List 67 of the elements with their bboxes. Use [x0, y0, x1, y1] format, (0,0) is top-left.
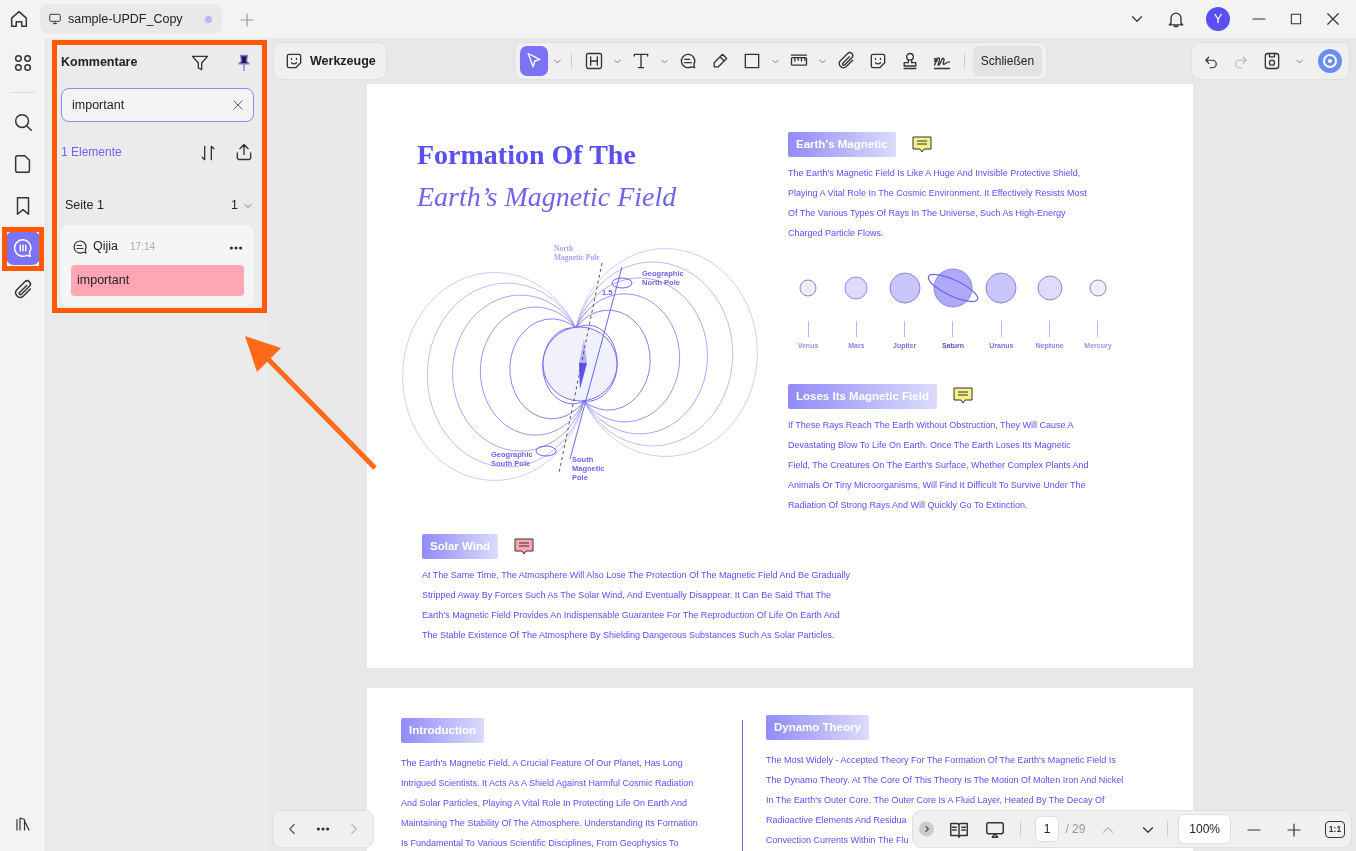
highlight-frame: [2, 227, 44, 271]
group-count: 1: [231, 197, 238, 214]
comment-icon: [71, 237, 89, 256]
clear-icon[interactable]: [231, 98, 245, 112]
comment-time: 17:14: [130, 240, 156, 255]
note-icon[interactable]: [513, 537, 534, 556]
close-icon[interactable]: [1324, 10, 1342, 28]
close-button[interactable]: Schließen: [972, 46, 1043, 76]
comment-icon: [11, 237, 34, 259]
save-icon[interactable]: [1262, 51, 1282, 71]
note-icon[interactable]: [952, 387, 973, 406]
export-icon[interactable]: [234, 142, 254, 162]
text-line: Radioactive Elements And Residua: [766, 814, 907, 828]
comment-text: important: [71, 264, 244, 296]
section-heading: Dynamo Theory: [766, 715, 869, 741]
text-line: Of The Various Types Of Rays In The Universe, Such As High-Energy: [788, 207, 1066, 221]
text-line: Field, The Creatures On The Earth's Surface, Whether Complex Plants And: [788, 459, 1089, 472]
search-input[interactable]: important: [72, 95, 231, 115]
text-line: And Solar Particles, Playing A Vital Role In Protecting Life On Earth And: [401, 797, 687, 811]
home-button[interactable]: [8, 8, 30, 30]
text-line: The Stable Existence Of The Atmosphere By Shielding Dangerous Substances Such As Solar Particles.: [422, 629, 835, 643]
page-number-field[interactable]: 1: [1034, 816, 1060, 842]
page-title: Formation Of The: [417, 138, 637, 172]
assistant-icon[interactable]: [1317, 48, 1343, 74]
text-line: Convection Currents Within The Flu: [766, 834, 909, 848]
page-subtitle: Earth’s Magnetic Field: [417, 179, 678, 214]
library-icon[interactable]: [13, 814, 32, 833]
home-icon: [8, 8, 30, 30]
text-line: Earth's Magnetic Field Provides An Indispensable Guarantee For The Reproduction Of Life On Earth And: [422, 609, 840, 623]
text-line: Playing A Vital Role In The Cosmic Environment. It Effectively Resists Most: [788, 187, 1087, 201]
page-total: / 29: [1065, 821, 1086, 838]
text-line: Devastating Blow To Life On Earth. Once The Earth Loses Its Magnetic: [788, 439, 1071, 452]
section-heading: Introduction: [401, 718, 485, 744]
section-heading: Earth's Magnetic: [788, 132, 896, 158]
document-tab[interactable]: sample-UPDF_Copy: [40, 4, 222, 34]
panel-title: Kommentare: [61, 53, 138, 71]
section-heading: Solar Wind: [422, 533, 498, 560]
heading-icon: [583, 51, 604, 71]
comment-card[interactable]: Qijia 17:14 important: [61, 224, 254, 306]
maximize-icon[interactable]: [1288, 11, 1304, 27]
user-avatar[interactable]: Y: [1206, 7, 1230, 31]
text-line: In The Earth's Outer Core. The Outer Core Is A Fluid Layer, Heated By The Decay Of: [766, 794, 1105, 808]
group-label[interactable]: Seite 1: [65, 196, 104, 215]
text-line: The Dynamo Theory. At The Core Of This Theory Is The Motion Of Molten Iron And Nickel: [766, 774, 1124, 788]
text-line: Charged Particle Flows.: [788, 227, 884, 241]
text-line: At The Same Time, The Atmosphere Will Also Lose The Protection Of The Magnetic Field And Be Gradually: [422, 569, 851, 583]
expand-icon[interactable]: [919, 821, 934, 837]
text-line: The Earth's Magnetic Field, A Crucial Feature Of Our Planet, Has Long: [401, 757, 683, 771]
comment-author: Qijia: [93, 238, 118, 256]
text-line: The Earth's Magnetic Field Is Like A Huge And Invisible Protective Shield,: [788, 167, 1081, 181]
monitor-icon: [48, 12, 62, 26]
text-line: Stripped Away By Forces Such As The Solar Wind, And Eventually Disappear. It Can Be Said That The: [422, 589, 832, 603]
search-field[interactable]: important: [61, 88, 254, 122]
actual-size-button[interactable]: 1:1: [1325, 820, 1345, 838]
text-line: The Most Widely - Accepted Theory For The Formation Of The Earth's Magnetic Field Is: [766, 754, 1116, 768]
paperclip-icon: [835, 51, 856, 71]
note-icon[interactable]: [911, 135, 932, 154]
text-line: Animals Or Tiny Microorganisms, Will Find It Difficult To Survive Under The: [788, 479, 1086, 492]
zoom-field[interactable]: 100%: [1178, 814, 1231, 844]
tab-title: sample-UPDF_Copy: [68, 10, 183, 28]
tools-button[interactable]: Werkzeuge: [273, 42, 387, 80]
text-line: Maintaining The Stability Of The Atmosphere. Understanding Its Formation: [401, 817, 698, 831]
text-line: Radiation Of Strong Rays And Will Quickly Go To Extinction.: [788, 499, 1028, 512]
text-line: If These Rays Reach The Earth Without Obstruction, They Will Cause A: [788, 419, 1074, 432]
text-line: Intrigued Scientists. It Acts As A Shield Against Harmful Cosmic Radiation: [401, 777, 694, 791]
result-count: 1 Elemente: [61, 144, 122, 161]
text-line: Is Fundamental To Various Scientific Disciplines, From Geophysics To: [401, 837, 679, 851]
